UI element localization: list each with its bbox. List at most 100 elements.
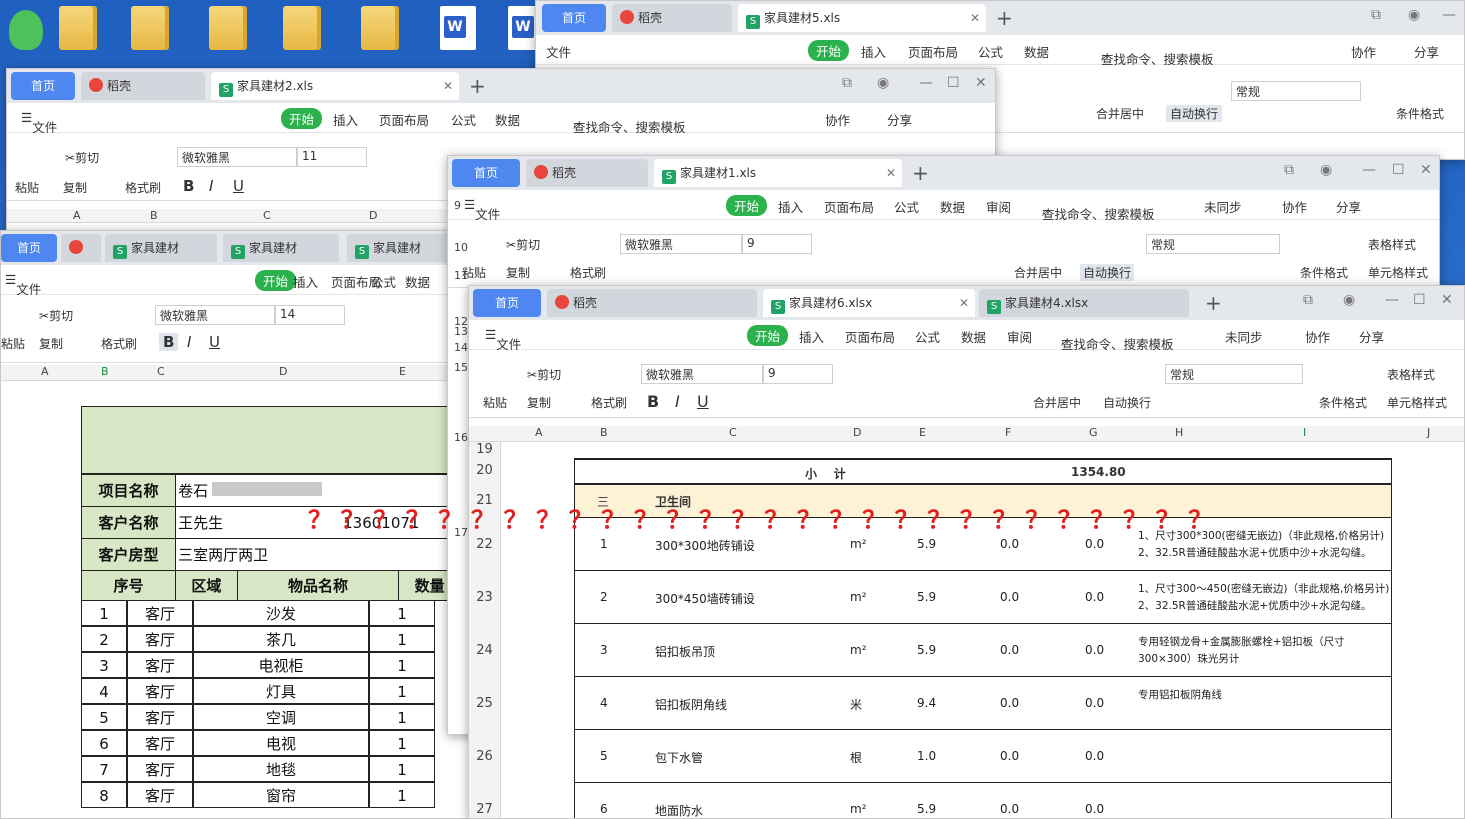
tab-file-1[interactable]: S 家具建材1.xls ✕ [654, 159, 902, 187]
table-row[interactable]: 3 客厅 电视柜 1 [81, 652, 461, 678]
cut-button[interactable]: ✂剪切 [527, 366, 561, 383]
close-window-icon[interactable]: ✕ [1420, 162, 1432, 178]
tab-file-2[interactable]: S 家具建材2.xls ✕ [211, 72, 459, 100]
desktop-icon-folder[interactable] [52, 4, 104, 64]
menu-formula[interactable]: 公式 [915, 327, 940, 346]
font-select[interactable]: 微软雅黑 [620, 234, 742, 254]
underline-button[interactable]: U [233, 177, 244, 195]
tab-daoke[interactable]: 稻壳 [526, 159, 648, 187]
cond-format-button[interactable]: 条件格式 [1396, 105, 1444, 122]
menu-formula[interactable]: 公式 [894, 197, 919, 216]
table-row[interactable]: 7 客厅 地毯 1 [81, 756, 461, 782]
paste-button[interactable]: 粘贴 [1, 335, 25, 352]
underline-button[interactable]: U [209, 333, 220, 351]
tab-file[interactable]: S 家具建材 [347, 234, 457, 262]
font-select[interactable]: 微软雅黑 [177, 147, 297, 167]
tab-daoke[interactable]: 稻壳 [612, 4, 732, 32]
font-select[interactable]: 微软雅黑 [641, 364, 763, 384]
minimize-icon[interactable]: — [919, 75, 933, 91]
maximize-icon[interactable]: ☐ [1392, 162, 1405, 178]
table-row[interactable]: 6 地面防水 m² 5.9 0.0 0.0 [574, 783, 1392, 818]
minimize-icon[interactable]: — [1442, 7, 1456, 23]
new-tab-button[interactable]: + [1205, 289, 1222, 317]
menu-insert[interactable]: 插入 [333, 110, 358, 129]
menu-start[interactable]: 开始 [808, 40, 850, 61]
menu-data[interactable]: 数据 [1024, 42, 1049, 61]
close-icon[interactable]: ✕ [959, 289, 969, 317]
table-row[interactable]: 3 铝扣板吊顶 m² 5.9 0.0 0.0 专用轻钢龙骨+金属膨胀螺栓+铝扣板（尺寸 300… [574, 624, 1392, 677]
table-row[interactable]: 2 300*450墙砖铺设 m² 5.9 0.0 0.0 1、尺寸300～450(密缝无嵌边… [574, 571, 1392, 624]
number-format-select[interactable]: 常规 [1165, 364, 1303, 384]
font-select[interactable]: 微软雅黑 [155, 305, 275, 325]
italic-button[interactable]: I [187, 333, 191, 351]
share-button[interactable]: 分享 [887, 110, 912, 129]
menu-data[interactable]: 数据 [405, 272, 430, 291]
cut-button[interactable]: ✂剪切 [65, 149, 99, 166]
tab-home[interactable]: 首页 [11, 72, 75, 100]
close-window-icon[interactable]: ✕ [975, 75, 987, 91]
menu-file[interactable]: ☰ 文件 [5, 272, 41, 297]
italic-button[interactable]: I [675, 392, 680, 411]
table-row[interactable]: 4 客厅 灯具 1 [81, 678, 461, 704]
table-row[interactable]: 6 客厅 电视 1 [81, 730, 461, 756]
bold-button[interactable]: B [647, 392, 659, 411]
new-tab-button[interactable]: + [469, 72, 486, 100]
avatar[interactable]: ◉ [877, 75, 889, 91]
close-window-icon[interactable]: ✕ [1441, 292, 1453, 308]
table-row[interactable]: 8 客厅 窗帘 1 [81, 782, 461, 808]
menu-review[interactable]: 审阅 [1007, 327, 1032, 346]
menu-file[interactable]: ☰ 文件 [464, 197, 500, 222]
menu-layout[interactable]: 页面布局 [908, 42, 958, 61]
cut-button[interactable]: ✂剪切 [506, 236, 540, 253]
menu-formula[interactable]: 公式 [451, 110, 476, 129]
format-painter-button[interactable]: 格式刷 [101, 335, 137, 352]
window-count-icon[interactable]: ⧉ [1284, 162, 1294, 178]
copy-button[interactable]: 复制 [506, 264, 530, 281]
cell-style-button[interactable]: 单元格样式 [1368, 264, 1428, 281]
collab-button[interactable]: 协作 [1351, 42, 1376, 61]
menu-start[interactable]: 开始 [255, 270, 297, 291]
copy-button[interactable]: 复制 [39, 335, 63, 352]
avatar[interactable]: ◉ [1408, 7, 1420, 23]
menu-insert[interactable]: 插入 [861, 42, 886, 61]
unsync-status[interactable]: 未同步 [1204, 197, 1242, 216]
wrap-button[interactable]: 自动换行 [1103, 394, 1151, 411]
desktop-icon-folder[interactable] [202, 4, 254, 64]
close-icon[interactable]: ✕ [443, 72, 453, 100]
tab-home[interactable]: 首页 [542, 4, 606, 32]
table-style-button[interactable]: 表格样式 [1387, 366, 1435, 383]
table-row[interactable]: 5 客厅 空调 1 [81, 704, 461, 730]
house-value[interactable]: 三室两厅两卫 [175, 538, 461, 571]
menu-layout[interactable]: 页面布局 [379, 110, 429, 129]
share-button[interactable]: 分享 [1336, 197, 1361, 216]
menu-data[interactable]: 数据 [495, 110, 520, 129]
wrap-button[interactable]: 自动换行 [1080, 264, 1135, 281]
tab-daoke[interactable]: 稻壳 [547, 289, 757, 317]
font-size-select[interactable]: 9 [742, 234, 812, 254]
window-jiaju6[interactable]: 首页 稻壳 S 家具建材6.xlsx ✕ S 家具建材4.xlsx + ⧉ ◉ — ☐… [468, 285, 1465, 819]
menu-start[interactable]: 开始 [726, 195, 768, 216]
close-icon[interactable]: ✕ [886, 159, 896, 187]
menu-formula[interactable]: 公式 [978, 42, 1003, 61]
table-style-button[interactable]: 表格样式 [1368, 236, 1416, 253]
tab-file-6[interactable]: S 家具建材6.xlsx ✕ [763, 289, 975, 317]
share-button[interactable]: 分享 [1359, 327, 1384, 346]
tab-home[interactable]: 首页 [473, 289, 541, 317]
wrap-button[interactable]: 自动换行 [1166, 105, 1223, 122]
number-format-select[interactable]: 常规 [1231, 81, 1361, 101]
tab-home[interactable]: 首页 [452, 159, 520, 187]
format-painter-button[interactable]: 格式刷 [591, 394, 627, 411]
menu-layout[interactable]: 页面布局 [845, 327, 895, 346]
merge-button[interactable]: 合并居中 [1033, 394, 1081, 411]
menu-insert[interactable]: 插入 [778, 197, 803, 216]
minimize-icon[interactable]: — [1385, 292, 1399, 308]
underline-button[interactable]: U [697, 392, 709, 411]
font-size-select[interactable]: 9 [763, 364, 833, 384]
desktop-icon-folder[interactable] [276, 4, 328, 64]
sheet-grid[interactable]: 19 20 21 小 计 1354.80 三 卫生间 22 1 300*300地砖铺… [469, 442, 1459, 818]
menu-data[interactable]: 数据 [961, 327, 986, 346]
menu-insert[interactable]: 插入 [293, 272, 318, 291]
copy-button[interactable]: 复制 [527, 394, 551, 411]
avatar[interactable]: ◉ [1343, 292, 1355, 308]
menu-formula[interactable]: 公式 [371, 272, 396, 291]
